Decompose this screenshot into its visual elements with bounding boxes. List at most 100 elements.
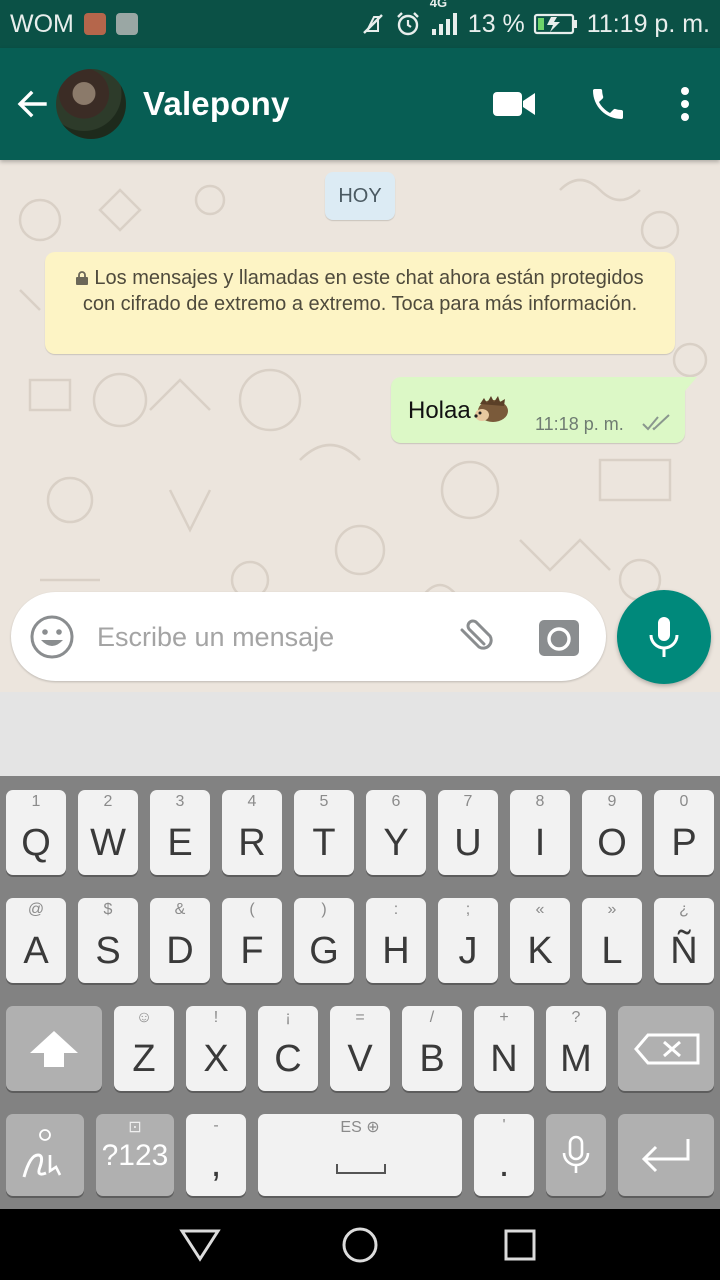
key-e[interactable]: 3E [150, 790, 210, 875]
key-x[interactable]: ! X [186, 1006, 246, 1091]
key-hint: 5 [319, 793, 329, 810]
key-hint: $ [103, 901, 113, 918]
key-label: K [527, 930, 553, 972]
key-label: R [238, 822, 266, 864]
key-hint: @ [27, 901, 45, 918]
overflow-menu-button[interactable] [650, 48, 720, 160]
key-label: J [458, 930, 478, 972]
key-label: L [601, 930, 623, 972]
key-hint: ? [571, 1009, 581, 1026]
key-comma[interactable]: -, [186, 1114, 246, 1196]
key-a[interactable]: @ A [6, 898, 66, 983]
key-period[interactable]: '. [474, 1114, 534, 1196]
navigation-bar [0, 1209, 720, 1280]
battery-percent: 13 % [467, 9, 525, 38]
key-h[interactable]: :H [366, 898, 426, 983]
key-g[interactable]: ) G [294, 898, 354, 983]
whatsapp-chat-screen: WOM 4 G 13 % 11:19 p. m. Valepony HOY Los… [0, 0, 720, 1280]
key-hint: - [213, 1117, 219, 1134]
nav-back-button[interactable] [178, 1223, 222, 1267]
voice-input-key[interactable] [546, 1114, 606, 1196]
key-label: , [210, 1143, 222, 1185]
key-u[interactable]: 7U [438, 790, 498, 875]
key-hint: 1 [31, 793, 41, 810]
key-label: E [167, 822, 193, 864]
back-button[interactable] [4, 48, 60, 160]
key-s[interactable]: $ S [78, 898, 138, 983]
key-hint: ; [465, 901, 471, 918]
key-f[interactable]: (F [222, 898, 282, 983]
key-w[interactable]: 2W [78, 790, 138, 875]
notification-app-icon [83, 13, 106, 35]
key-c[interactable]: ¡ C [258, 1006, 318, 1091]
key-label: I [534, 822, 546, 864]
key-y[interactable]: 6Y [366, 790, 426, 875]
key-j[interactable]: ; J [438, 898, 498, 983]
key-z[interactable]: ☺ Z [114, 1006, 174, 1091]
shift-arrow-icon [30, 1030, 78, 1067]
signal-bars-icon [431, 13, 457, 35]
emoji-icon[interactable] [29, 614, 75, 660]
key-label: W [90, 822, 126, 864]
carrier-label: WOM [10, 9, 74, 38]
video-call-button[interactable] [474, 48, 554, 160]
voice-message-button[interactable] [617, 590, 711, 684]
soft-keyboard: 1Q 2W 3E 4R 5T 6Y 7U 8I 9O 0P @ A $ S & D (… [0, 776, 720, 1209]
enter-icon [641, 1139, 690, 1173]
space-bar[interactable]: ES ⊕ [258, 1114, 462, 1196]
key-label: H [382, 930, 410, 972]
paperclip-icon[interactable] [451, 614, 497, 660]
key-hint: 4 [247, 793, 257, 810]
arrow-back-icon [17, 90, 47, 118]
phone-icon [593, 89, 623, 119]
key-k[interactable]: «K [510, 898, 570, 983]
triangle-back-icon [179, 1229, 221, 1262]
handwriting-settings-key[interactable] [6, 1114, 84, 1196]
camera-icon[interactable] [536, 614, 582, 660]
key-label: A [23, 930, 49, 972]
encryption-notice[interactable]: Los mensajes y llamadas en este chat aho… [45, 252, 675, 354]
voice-call-button[interactable] [568, 48, 648, 160]
message-input[interactable] [97, 614, 427, 660]
key-label: C [274, 1038, 302, 1080]
key-v[interactable]: = V [330, 1006, 390, 1091]
key-n-tilde[interactable]: ¿ Ñ [654, 898, 714, 983]
contact-name[interactable]: Valepony [143, 85, 290, 123]
nav-recents-button[interactable] [498, 1223, 542, 1267]
key-hint: 0 [679, 793, 689, 810]
symbols-key[interactable]: ⊡ ?123 [96, 1114, 174, 1196]
key-n[interactable]: + N [474, 1006, 534, 1091]
key-m[interactable]: ? M [546, 1006, 606, 1091]
shift-key[interactable] [6, 1006, 102, 1091]
backspace-key[interactable] [618, 1006, 714, 1091]
key-hint: & [174, 901, 186, 918]
key-label: ?123 [101, 1139, 169, 1172]
key-b[interactable]: / B [402, 1006, 462, 1091]
clock: 11:19 p. m. [586, 9, 710, 38]
key-q[interactable]: 1Q [6, 790, 66, 875]
key-r[interactable]: 4R [222, 790, 282, 875]
key-i[interactable]: 8I [510, 790, 570, 875]
nav-home-button[interactable] [338, 1223, 382, 1267]
more-vertical-icon [681, 87, 689, 121]
key-o[interactable]: 9O [582, 790, 642, 875]
key-d[interactable]: & D [150, 898, 210, 983]
key-label: S [95, 930, 121, 972]
key-p[interactable]: 0P [654, 790, 714, 875]
chat-header: Valepony [0, 48, 720, 160]
key-label: Z [132, 1038, 156, 1080]
key-hint: ☺ [135, 1009, 153, 1026]
date-separator: HOY [325, 172, 395, 220]
enter-key[interactable] [618, 1114, 714, 1196]
key-t[interactable]: 5T [294, 790, 354, 875]
key-label: Q [21, 822, 51, 864]
key-hint: 7 [463, 793, 473, 810]
key-hint: ( [249, 901, 255, 918]
key-l[interactable]: » L [582, 898, 642, 983]
outgoing-message[interactable]: Holaa 11:18 p. m. [391, 377, 697, 443]
key-hint: = [355, 1009, 365, 1026]
key-label: G [309, 930, 339, 972]
alarm-icon [396, 12, 419, 36]
lock-icon [76, 271, 89, 285]
contact-avatar[interactable] [56, 69, 126, 139]
